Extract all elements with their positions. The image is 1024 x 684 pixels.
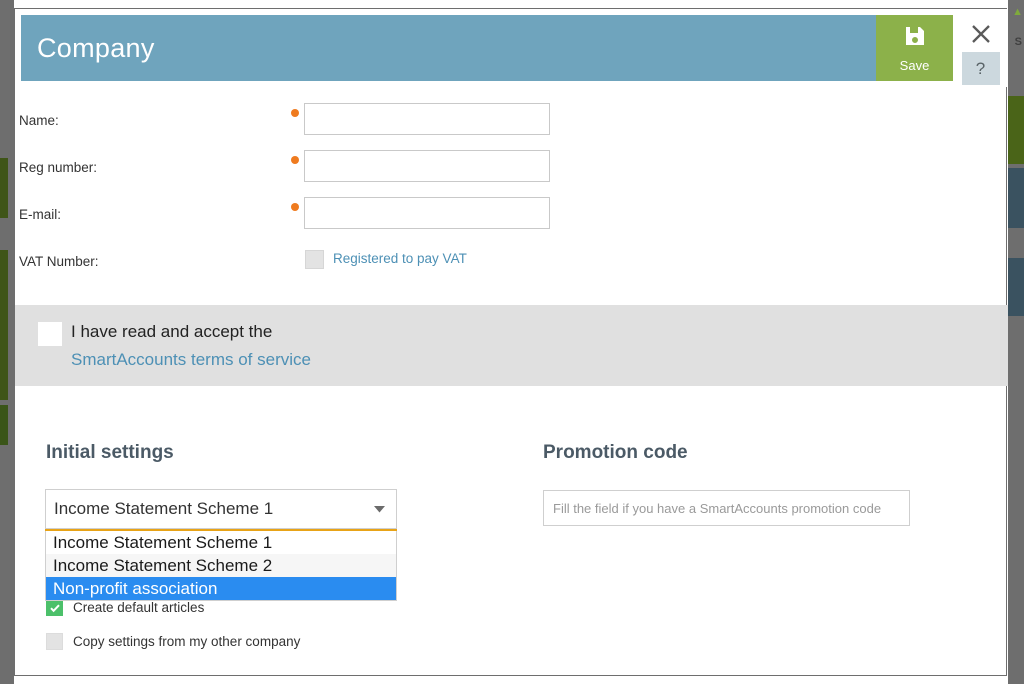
name-label: Name: bbox=[19, 113, 59, 128]
company-dialog: Company Save ? Name: Reg number: E-mail:… bbox=[14, 8, 1008, 676]
required-dot-icon bbox=[291, 156, 299, 164]
option-non-profit-association[interactable]: Non-profit association bbox=[46, 577, 396, 600]
help-button[interactable]: ? bbox=[961, 52, 1000, 85]
form-row-name: Name: bbox=[15, 101, 1008, 148]
save-button[interactable]: Save bbox=[876, 15, 953, 81]
create-default-articles-label: Create default articles bbox=[73, 600, 205, 615]
initial-settings-heading: Initial settings bbox=[46, 442, 174, 463]
dialog-title-bar: Company bbox=[21, 15, 876, 81]
reg-number-input[interactable] bbox=[304, 150, 550, 182]
email-input[interactable] bbox=[304, 197, 550, 229]
copy-settings-row: Copy settings from my other company bbox=[46, 633, 300, 650]
terms-text: I have read and accept the bbox=[71, 322, 273, 341]
company-form: Name: Reg number: E-mail: VAT Number: Re… bbox=[15, 101, 1008, 288]
background-left-accent-2 bbox=[0, 250, 8, 400]
save-button-label: Save bbox=[899, 57, 930, 73]
dialog-window-controls: ? bbox=[953, 9, 1008, 87]
create-default-articles-row: Create default articles bbox=[46, 599, 204, 616]
floppy-disk-icon bbox=[903, 24, 927, 53]
background-left-accent-3 bbox=[0, 405, 8, 445]
dialog-header: Company Save ? bbox=[15, 9, 1008, 87]
terms-acceptance-band: I have read and accept the SmartAccounts… bbox=[15, 305, 1008, 386]
terms-of-service-link[interactable]: SmartAccounts terms of service bbox=[71, 350, 311, 370]
form-row-vat: VAT Number: Registered to pay VAT bbox=[15, 242, 1008, 288]
name-input[interactable] bbox=[304, 103, 550, 135]
create-default-articles-checkbox[interactable] bbox=[46, 599, 63, 616]
income-statement-scheme-select[interactable]: Income Statement Scheme 1 bbox=[45, 489, 397, 529]
copy-settings-label: Copy settings from my other company bbox=[73, 634, 301, 649]
background-right-glyph: ▲ bbox=[1012, 6, 1023, 18]
vat-registered-label[interactable]: Registered to pay VAT bbox=[333, 251, 467, 266]
promotion-code-input[interactable] bbox=[543, 490, 910, 526]
income-statement-scheme-value: Income Statement Scheme 1 bbox=[54, 499, 274, 518]
background-left-accent-1 bbox=[0, 158, 8, 218]
required-dot-icon bbox=[291, 109, 299, 117]
vat-registered-checkbox[interactable] bbox=[305, 250, 324, 269]
income-statement-scheme-options: Income Statement Scheme 1 Income Stateme… bbox=[45, 531, 397, 601]
email-label: E-mail: bbox=[19, 207, 62, 222]
option-income-statement-scheme-1[interactable]: Income Statement Scheme 1 bbox=[46, 531, 396, 554]
background-right-letter: S bbox=[1014, 36, 1022, 48]
background-right-accent-1 bbox=[1008, 96, 1024, 164]
form-row-email: E-mail: bbox=[15, 195, 1008, 242]
reg-number-label: Reg number: bbox=[19, 160, 98, 175]
close-icon[interactable] bbox=[962, 19, 1000, 49]
option-income-statement-scheme-2[interactable]: Income Statement Scheme 2 bbox=[46, 554, 396, 577]
background-right-accent-3 bbox=[1008, 258, 1024, 316]
promotion-code-heading: Promotion code bbox=[543, 442, 688, 463]
terms-checkbox[interactable] bbox=[37, 321, 63, 347]
copy-settings-checkbox[interactable] bbox=[46, 633, 63, 650]
background-right-accent-2 bbox=[1008, 168, 1024, 228]
form-row-reg-number: Reg number: bbox=[15, 148, 1008, 195]
vat-number-label: VAT Number: bbox=[19, 254, 99, 269]
chevron-down-icon bbox=[374, 500, 385, 518]
page-title: Company bbox=[37, 32, 155, 63]
required-dot-icon bbox=[291, 203, 299, 211]
